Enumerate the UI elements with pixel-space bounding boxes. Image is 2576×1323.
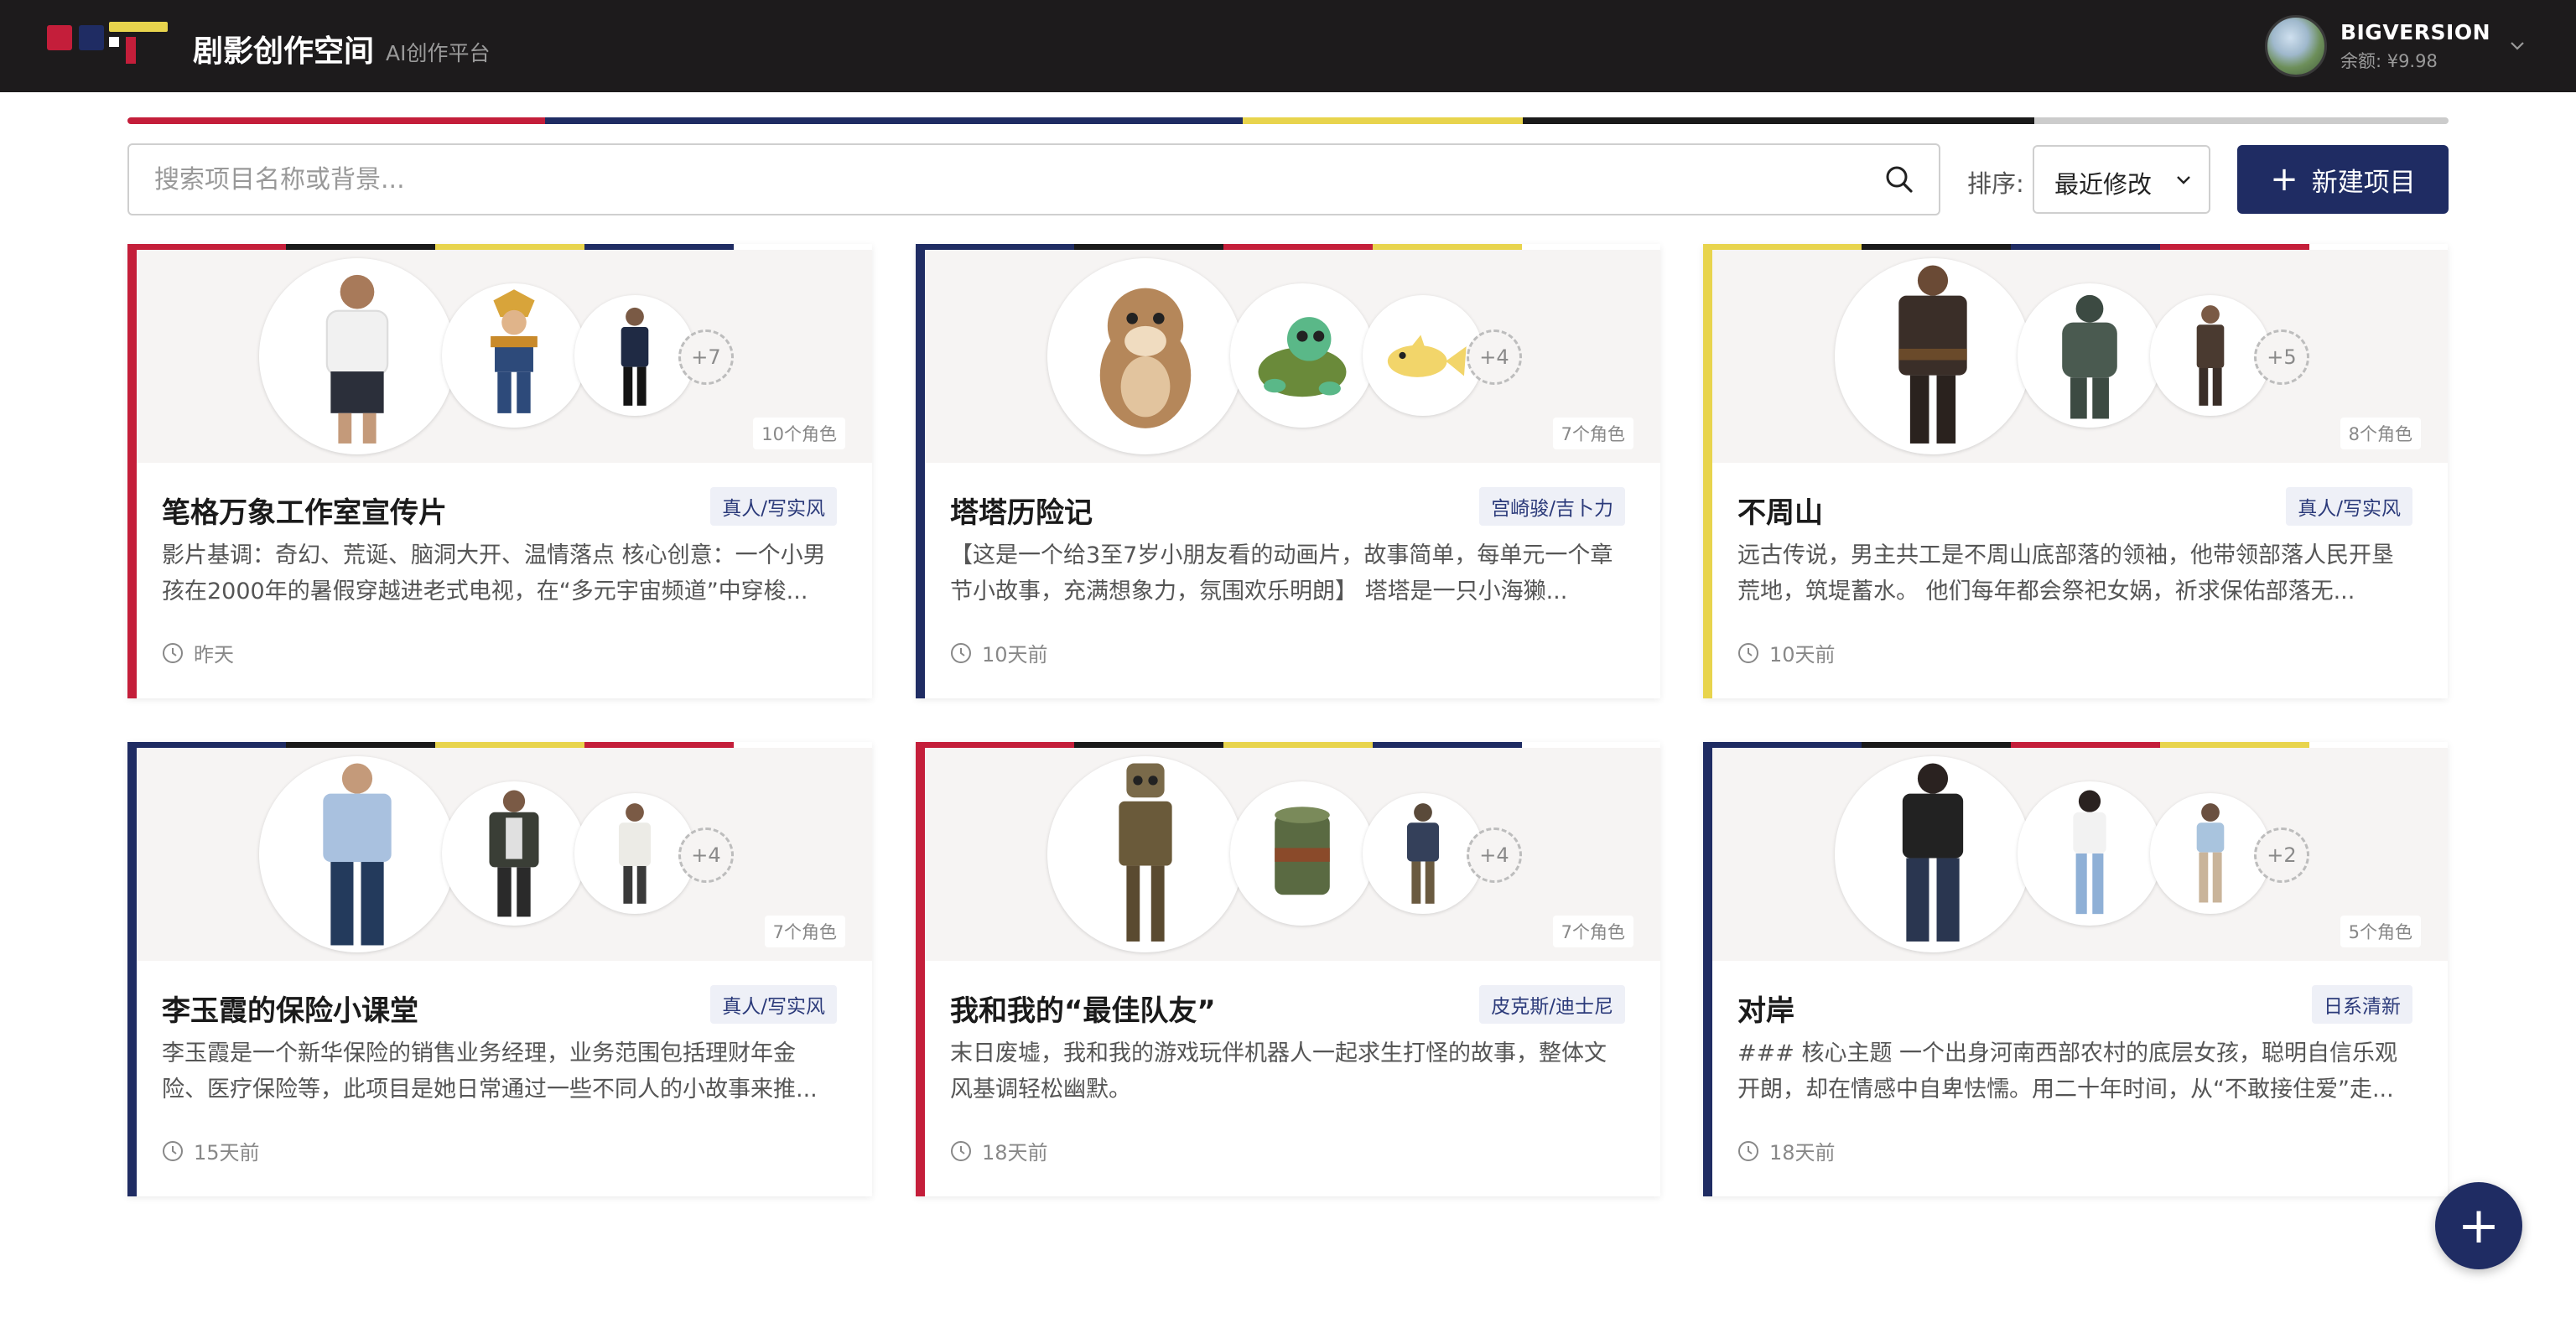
chevron-down-icon[interactable] bbox=[2509, 36, 2526, 56]
character-avatar bbox=[1230, 283, 1374, 428]
avatar[interactable] bbox=[2264, 15, 2327, 77]
project-card[interactable]: +4 7个角色 李玉霞的保险小课堂 真人/写实风 李玉霞是一个新华保险的销售业务… bbox=[127, 742, 872, 1196]
project-title[interactable]: 对岸 bbox=[1737, 988, 1794, 1029]
character-thumbnails: +2 5个角色 bbox=[1712, 748, 2448, 961]
role-count-badge: 7个角色 bbox=[1552, 418, 1633, 449]
modified-time: 18天前 bbox=[950, 1136, 1048, 1165]
project-card[interactable]: +4 7个角色 我和我的“最佳队友” 皮克斯/迪士尼 末日废墟，我和我的游戏玩伴… bbox=[916, 742, 1660, 1196]
time-label: 昨天 bbox=[194, 643, 234, 667]
project-card[interactable]: +4 7个角色 塔塔历险记 宫崎骏/吉卜力 【这是一个给3至7岁小朋友看的动画片… bbox=[916, 244, 1660, 698]
project-title[interactable]: 我和我的“最佳队友” bbox=[950, 988, 1216, 1029]
modified-time: 10天前 bbox=[950, 638, 1048, 667]
accent-stripe bbox=[127, 117, 2449, 124]
more-characters-badge[interactable]: +4 bbox=[1467, 329, 1522, 385]
character-avatar bbox=[2150, 295, 2271, 416]
style-tag: 真人/写实风 bbox=[710, 985, 837, 1024]
character-avatar bbox=[1230, 781, 1374, 926]
character-avatar bbox=[1363, 793, 1483, 914]
new-project-button[interactable]: + 新建项目 bbox=[2237, 145, 2449, 214]
time-label: 10天前 bbox=[1769, 643, 1836, 667]
character-thumbnails: +4 7个角色 bbox=[925, 250, 1660, 463]
time-label: 10天前 bbox=[982, 643, 1048, 667]
character-avatar bbox=[259, 756, 455, 952]
search-input[interactable] bbox=[154, 145, 1865, 214]
project-description: 末日废墟，我和我的游戏玩伴机器人一起求生打怪的故事，整体文风基调轻松幽默。 bbox=[950, 1040, 1607, 1102]
add-project-fab[interactable]: + bbox=[2435, 1182, 2522, 1269]
time-label: 18天前 bbox=[982, 1141, 1048, 1165]
role-count-badge: 5个角色 bbox=[2340, 916, 2421, 947]
plus-icon: + bbox=[2270, 160, 2298, 199]
role-count-badge: 7个角色 bbox=[764, 916, 845, 947]
character-avatar bbox=[1363, 295, 1483, 416]
project-title[interactable]: 笔格万象工作室宣传片 bbox=[162, 490, 447, 531]
time-label: 15天前 bbox=[194, 1141, 260, 1165]
project-title[interactable]: 塔塔历险记 bbox=[950, 490, 1093, 531]
character-avatar bbox=[442, 781, 586, 926]
search-icon[interactable] bbox=[1883, 163, 1915, 195]
project-description: 远古传说，男主共工是不周山底部落的领袖，他带领部落人民开垦荒地，筑堤蓄水。 他们… bbox=[1737, 542, 2394, 604]
app-title: 剧影创作空间 bbox=[193, 34, 375, 69]
top-bar: 剧影创作空间 AI创作平台 BIGVERSION 余额: ¥9.98 bbox=[0, 0, 2576, 92]
clock-icon bbox=[163, 642, 183, 663]
project-card[interactable]: +7 10个角色 笔格万象工作室宣传片 真人/写实风 影片基调：奇幻、荒诞、脑洞… bbox=[127, 244, 872, 698]
character-avatar bbox=[442, 283, 586, 428]
project-description: 【这是一个给3至7岁小朋友看的动画片，故事简单，每单元一个章节小故事，充满想象力… bbox=[950, 542, 1613, 604]
project-description: ### 核心主题 一个出身河南西部农村的底层女孩，聪明自信乐观开朗，却在情感中自… bbox=[1737, 1040, 2398, 1102]
character-thumbnails: +5 8个角色 bbox=[1712, 250, 2448, 463]
search-box[interactable] bbox=[127, 143, 1940, 215]
project-title[interactable]: 不周山 bbox=[1737, 490, 1823, 531]
character-thumbnails: +4 7个角色 bbox=[137, 748, 872, 961]
project-card[interactable]: +5 8个角色 不周山 真人/写实风 远古传说，男主共工是不周山底部落的领袖，他… bbox=[1703, 244, 2448, 698]
character-thumbnails: +7 10个角色 bbox=[137, 250, 872, 463]
character-avatar bbox=[1835, 756, 2031, 952]
character-thumbnails: +4 7个角色 bbox=[925, 748, 1660, 961]
time-label: 18天前 bbox=[1769, 1141, 1836, 1165]
modified-time: 18天前 bbox=[1737, 1136, 1836, 1165]
style-tag: 真人/写实风 bbox=[2286, 487, 2412, 526]
chevron-down-icon bbox=[2177, 176, 2190, 184]
more-characters-badge[interactable]: +4 bbox=[1467, 828, 1522, 883]
more-characters-badge[interactable]: +5 bbox=[2254, 329, 2309, 385]
more-characters-badge[interactable]: +7 bbox=[678, 329, 734, 385]
project-description: 李玉霞是一个新华保险的销售业务经理，业务范围包括理财年金险、医疗保险等，此项目是… bbox=[162, 1040, 818, 1102]
character-avatar bbox=[2150, 793, 2271, 914]
project-card[interactable]: +2 5个角色 对岸 日系清新 ### 核心主题 一个出身河南西部农村的底层女孩… bbox=[1703, 742, 2448, 1196]
app-logo[interactable] bbox=[47, 22, 173, 69]
character-avatar bbox=[1835, 258, 2031, 454]
user-balance: 余额: ¥9.98 bbox=[2340, 50, 2438, 71]
sort-label: 排序: bbox=[1967, 169, 2024, 198]
style-tag: 日系清新 bbox=[2312, 985, 2412, 1024]
role-count-badge: 7个角色 bbox=[1552, 916, 1633, 947]
character-avatar bbox=[574, 295, 695, 416]
role-count-badge: 8个角色 bbox=[2340, 418, 2421, 449]
user-name: BIGVERSION bbox=[2340, 19, 2490, 44]
modified-time: 10天前 bbox=[1737, 638, 1836, 667]
clock-icon bbox=[951, 1140, 971, 1161]
more-characters-badge[interactable]: +4 bbox=[678, 828, 734, 883]
character-avatar bbox=[1047, 258, 1244, 454]
style-tag: 宫崎骏/吉卜力 bbox=[1479, 487, 1625, 526]
character-avatar bbox=[2018, 781, 2162, 926]
style-tag: 皮克斯/迪士尼 bbox=[1479, 985, 1625, 1024]
app-subtitle: AI创作平台 bbox=[386, 41, 491, 65]
modified-time: 昨天 bbox=[162, 638, 234, 667]
sort-select[interactable]: 最近修改 bbox=[2033, 145, 2210, 214]
more-characters-badge[interactable]: +2 bbox=[2254, 828, 2309, 883]
sort-value: 最近修改 bbox=[2054, 170, 2153, 199]
clock-icon bbox=[163, 1140, 183, 1161]
project-description: 影片基调：奇幻、荒诞、脑洞大开、温情落点 核心创意：一个小男孩在2000年的暑假… bbox=[162, 542, 826, 604]
character-avatar bbox=[2018, 283, 2162, 428]
clock-icon bbox=[951, 642, 971, 663]
clock-icon bbox=[1738, 1140, 1758, 1161]
character-avatar bbox=[259, 258, 455, 454]
user-menu[interactable]: BIGVERSION 余额: ¥9.98 bbox=[2264, 15, 2526, 77]
clock-icon bbox=[1738, 642, 1758, 663]
role-count-badge: 10个角色 bbox=[753, 418, 845, 449]
modified-time: 15天前 bbox=[162, 1136, 260, 1165]
character-avatar bbox=[574, 793, 695, 914]
character-avatar bbox=[1047, 756, 1244, 952]
style-tag: 真人/写实风 bbox=[710, 487, 837, 526]
project-title[interactable]: 李玉霞的保险小课堂 bbox=[162, 988, 418, 1029]
new-project-label: 新建项目 bbox=[2311, 167, 2416, 198]
